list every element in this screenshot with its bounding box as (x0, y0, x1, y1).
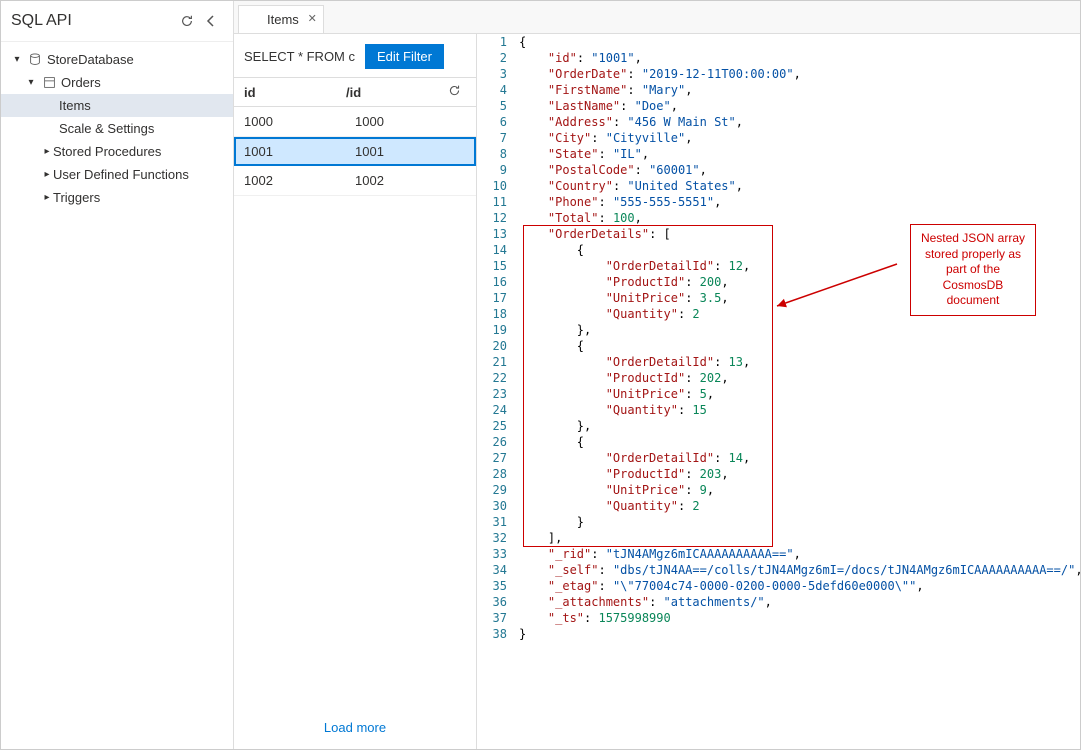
sidebar-header: SQL API (1, 1, 233, 42)
list-row[interactable]: 10021002 (234, 166, 476, 196)
refresh-icon[interactable] (448, 84, 466, 100)
tree-item-label: Triggers (53, 190, 100, 205)
database-icon (27, 53, 43, 67)
filter-query: SELECT * FROM c (244, 49, 355, 64)
line-gutter: 1234567891011121314151617181920212223242… (477, 34, 515, 749)
list-row[interactable]: 10011001 (234, 137, 476, 166)
tree-item-udfs[interactable]: ▸ User Defined Functions (1, 163, 233, 186)
container-icon (41, 76, 57, 89)
caret-right-icon: ▸ (41, 169, 53, 180)
items-list-header: id /id (234, 77, 476, 107)
tree-container[interactable]: ▾ Orders (1, 71, 233, 94)
caret-right-icon: ▸ (41, 192, 53, 203)
cell-id: 1000 (244, 114, 355, 129)
items-list: 100010001001100110021002 (234, 107, 476, 706)
tree: ▾ StoreDatabase ▾ Orders Items Scale & S… (1, 42, 233, 215)
tree-item-label: User Defined Functions (53, 167, 189, 182)
callout-text: Nested JSON arraystored properly aspart … (921, 231, 1025, 307)
items-panel: SELECT * FROM c Edit Filter id /id 10001… (234, 34, 477, 749)
collapse-icon[interactable] (199, 9, 223, 33)
filter-bar: SELECT * FROM c Edit Filter (234, 34, 476, 77)
caret-down-icon: ▾ (11, 54, 23, 65)
caret-down-icon: ▾ (25, 77, 37, 88)
tree-item-sprocs[interactable]: ▸ Stored Procedures (1, 140, 233, 163)
tree-database-label: StoreDatabase (47, 52, 134, 67)
tab-label: Items (267, 12, 299, 27)
tree-item-scale[interactable]: Scale & Settings (1, 117, 233, 140)
sidebar: SQL API ▾ StoreDatabase ▾ Orders (1, 1, 234, 749)
close-icon[interactable]: ✕ (308, 12, 317, 25)
edit-filter-button[interactable]: Edit Filter (365, 44, 444, 69)
tree-item-label: Stored Procedures (53, 144, 161, 159)
tree-item-label: Items (59, 98, 91, 113)
code-area[interactable]: { "id": "1001", "OrderDate": "2019-12-11… (519, 34, 1080, 749)
tree-item-items[interactable]: Items (1, 94, 233, 117)
json-editor[interactable]: 1234567891011121314151617181920212223242… (477, 34, 1080, 749)
load-more-link[interactable]: Load more (234, 706, 476, 749)
refresh-icon[interactable] (175, 9, 199, 33)
cell-pk: 1002 (355, 173, 466, 188)
cell-pk: 1000 (355, 114, 466, 129)
tree-container-label: Orders (61, 75, 101, 90)
tab-strip: Items ✕ (234, 1, 1080, 34)
tree-database[interactable]: ▾ StoreDatabase (1, 48, 233, 71)
cell-pk: 1001 (355, 144, 466, 159)
list-row[interactable]: 10001000 (234, 107, 476, 137)
tree-item-label: Scale & Settings (59, 121, 154, 136)
cell-id: 1002 (244, 173, 355, 188)
col-pk: /id (346, 85, 448, 100)
caret-right-icon: ▸ (41, 146, 53, 157)
cell-id: 1001 (244, 144, 355, 159)
api-title: SQL API (11, 12, 175, 30)
col-id: id (244, 85, 346, 100)
tab-items[interactable]: Items ✕ (238, 5, 324, 33)
callout-annotation: Nested JSON arraystored properly aspart … (910, 224, 1036, 316)
tree-item-triggers[interactable]: ▸ Triggers (1, 186, 233, 209)
